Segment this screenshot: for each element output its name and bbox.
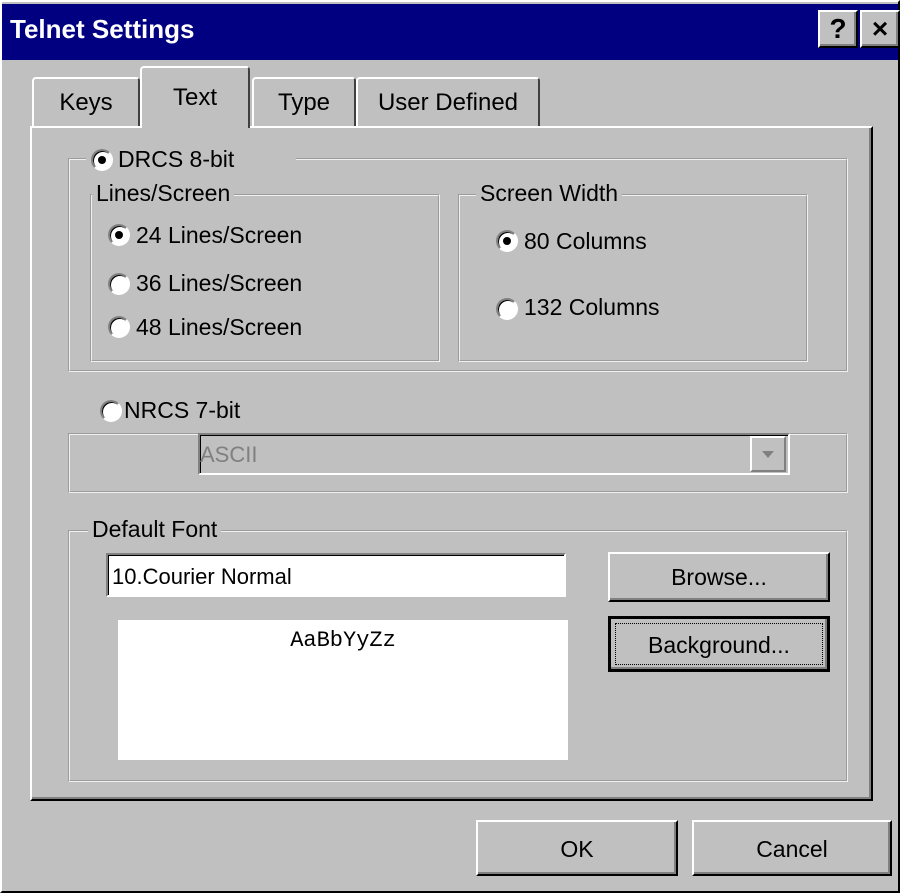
charset-dropdown-button[interactable] <box>750 436 786 472</box>
drcs-label: DRCS 8-bit <box>118 146 235 172</box>
help-button[interactable]: ? <box>818 10 858 48</box>
ok-button[interactable]: OK <box>476 820 678 876</box>
label-48-lines: 48 Lines/Screen <box>136 314 303 340</box>
screen-width-group <box>458 194 808 362</box>
charset-dropdown[interactable] <box>198 433 790 475</box>
cancel-button[interactable]: Cancel <box>692 820 892 876</box>
lines-screen-group-label: Lines/Screen <box>92 180 235 207</box>
font-name-value: 10.Courier Normal <box>112 564 292 589</box>
font-preview-text: AaBbYyZz <box>290 628 396 653</box>
radio-132-columns[interactable] <box>496 298 518 320</box>
drcs-radio[interactable] <box>91 149 113 171</box>
radio-80-columns[interactable] <box>496 230 518 252</box>
close-button[interactable]: × <box>860 10 900 48</box>
ok-button-label: OK <box>560 836 594 862</box>
label-132-columns: 132 Columns <box>524 294 660 320</box>
radio-48-lines[interactable] <box>108 316 130 338</box>
label-24-lines: 24 Lines/Screen <box>136 222 303 248</box>
tab-keys[interactable]: Keys <box>32 77 140 127</box>
label-80-columns: 80 Columns <box>524 228 647 254</box>
browse-button-label: Browse... <box>671 564 767 590</box>
default-font-group-label: Default Font <box>88 516 222 543</box>
tab-type[interactable]: Type <box>252 77 356 127</box>
window-title: Telnet Settings <box>10 14 195 44</box>
browse-button[interactable]: Browse... <box>608 552 830 602</box>
label-36-lines: 36 Lines/Screen <box>136 270 303 296</box>
chevron-down-icon <box>762 451 774 458</box>
nrcs-radio[interactable] <box>100 400 122 422</box>
screen-width-group-label: Screen Width <box>476 180 623 207</box>
tab-text[interactable]: Text <box>140 66 250 128</box>
background-button-label: Background... <box>648 632 790 658</box>
charset-dropdown-value: ASCII <box>200 442 258 467</box>
drcs-option[interactable]: DRCS 8-bit <box>86 145 296 175</box>
cancel-button-label: Cancel <box>756 836 828 862</box>
radio-36-lines[interactable] <box>108 273 130 295</box>
radio-24-lines[interactable] <box>108 224 130 246</box>
background-button[interactable]: Background... <box>608 616 830 672</box>
nrcs-option[interactable]: NRCS 7-bit <box>86 396 292 426</box>
nrcs-label: NRCS 7-bit <box>124 397 241 423</box>
tab-user-defined[interactable]: User Defined <box>356 77 540 127</box>
